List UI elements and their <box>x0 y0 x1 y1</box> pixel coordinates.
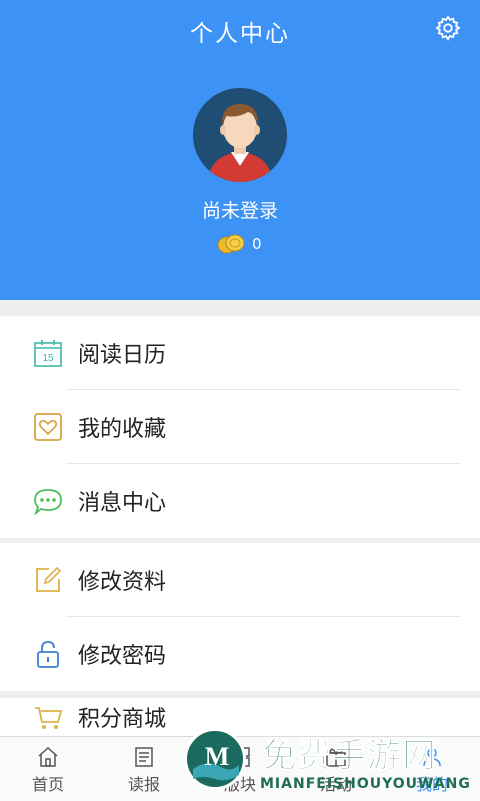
edit-icon <box>36 566 62 592</box>
coin-count: 0 <box>252 235 262 253</box>
lock-icon <box>37 641 59 668</box>
watermark-logo-letter: M <box>205 742 230 771</box>
settings-gear-icon[interactable] <box>434 14 462 42</box>
shop-cart-icon <box>35 707 63 729</box>
watermark-text-en: MIANFEISHOUYOUWANG <box>260 776 471 792</box>
menu-item-edit-profile[interactable]: 修改资料 <box>0 543 480 617</box>
menu-item-change-password[interactable]: 修改密码 <box>0 617 480 691</box>
menu-group-main: 15 阅读日历 我的收藏 消息中心 <box>0 316 480 538</box>
menu-label: 我的收藏 <box>78 417 167 442</box>
tab-newspaper[interactable]: 读报 <box>96 737 192 801</box>
message-bubble-icon <box>34 489 62 516</box>
calendar-icon-day: 15 <box>42 353 54 364</box>
watermark: M 免费手游网 MIANFEISHOUYOUWANG <box>180 726 480 800</box>
coin-icon <box>217 234 245 254</box>
tab-label: 读报 <box>127 775 160 794</box>
page-title: 个人中心 <box>190 21 290 47</box>
menu-item-favorites[interactable]: 我的收藏 <box>0 390 480 464</box>
login-status[interactable]: 尚未登录 <box>0 196 480 223</box>
menu-group-account: 修改资料 修改密码 <box>0 543 480 691</box>
watermark-logo-icon: M <box>193 742 239 781</box>
newspaper-icon <box>135 747 153 767</box>
favorite-heart-icon <box>34 413 62 441</box>
menu-label: 消息中心 <box>78 491 167 516</box>
watermark-text-cn: 免费手游网 <box>262 736 437 777</box>
watermark-logo: M <box>184 728 246 790</box>
tab-home[interactable]: 首页 <box>0 737 96 801</box>
menu-label: 积分商城 <box>78 707 167 732</box>
menu-label: 阅读日历 <box>78 343 167 368</box>
menu-item-reading-calendar[interactable]: 15 阅读日历 <box>0 316 480 390</box>
menu-label: 修改资料 <box>78 570 167 595</box>
avatar-person-icon <box>193 88 287 182</box>
avatar[interactable] <box>193 88 287 182</box>
profile-header: 个人中心 尚未登录 0 <box>0 0 480 300</box>
menu-item-message-center[interactable]: 消息中心 <box>0 464 480 538</box>
tab-label: 首页 <box>31 775 64 794</box>
calendar-icon: 15 <box>34 340 62 367</box>
coin-balance: 0 <box>216 232 262 256</box>
menu-label: 修改密码 <box>78 644 167 669</box>
home-icon <box>38 746 58 767</box>
